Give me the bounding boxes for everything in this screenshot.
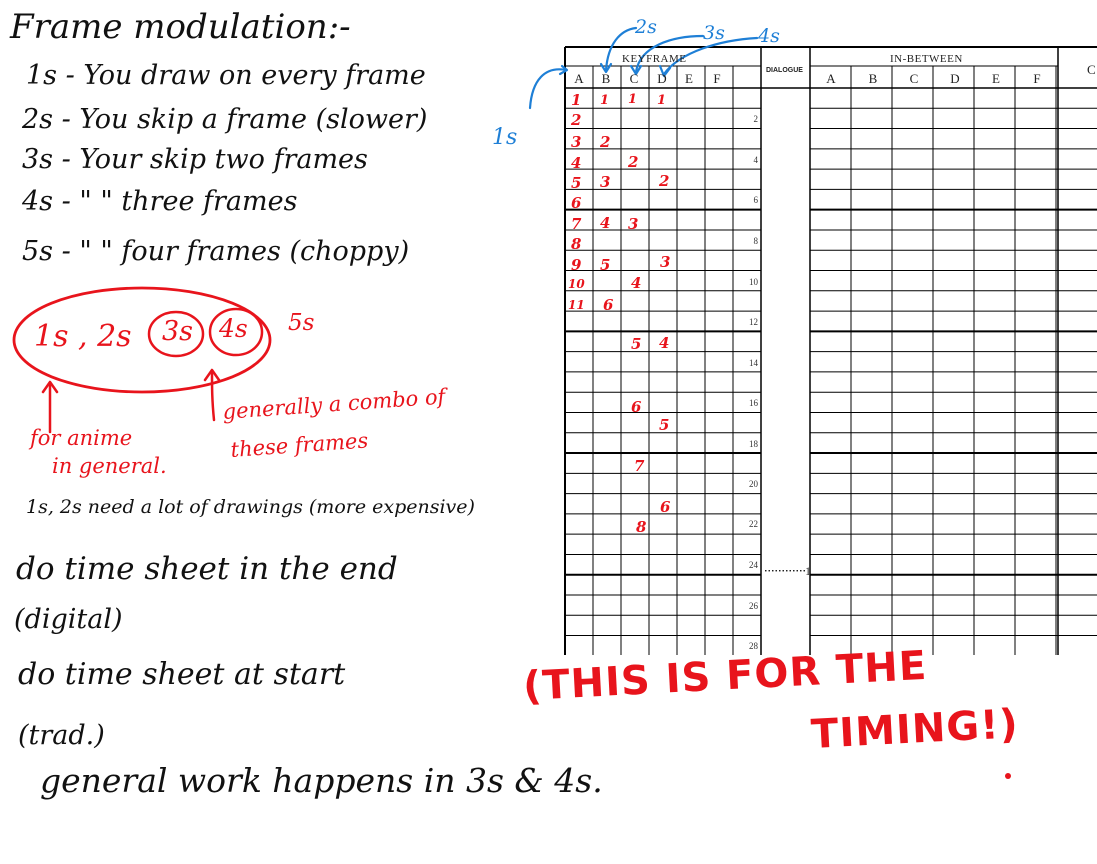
frame-number: 5 [659,416,670,434]
frame-number: 1 [628,92,638,107]
blue-label-3s: 3s [703,22,725,44]
blue-label-1s: 1s [492,125,518,150]
kf-col-e: E [685,71,693,86]
kf-col-c: C [629,71,639,86]
frame-number: 6 [571,194,582,212]
note-line-2s: 2s - You skip a frame (slower) [22,104,428,135]
row-number: 6 [753,195,759,205]
ib-col-b: B [868,71,878,86]
frame-number: 4 [600,214,611,232]
frame-number: 4 [659,334,670,352]
row-number: 2 [753,114,759,124]
frame-number: 2 [600,133,611,151]
frame-number: 8 [636,518,647,536]
notes-title: Frame modulation:- [10,7,351,47]
frame-number: 4 [571,154,582,172]
row-number: 20 [749,479,758,489]
circled-3s: 3s [162,316,194,347]
frame-number: 1 [571,91,582,109]
frame-number: 5 [631,335,642,353]
frame-number: 5 [571,174,582,192]
frame-number: 7 [571,215,582,233]
note-line-5s: 5s - " " four frames (choppy) [22,236,410,267]
row-number: 26 [749,601,758,611]
kf-col-b: B [601,71,611,86]
frame-number: 9 [571,256,582,274]
note-trad-2: (trad.) [18,720,105,751]
frame-number: 2 [659,172,670,190]
inbetween-header: IN-BETWEEN [890,53,963,65]
frame-number: 1 [600,93,610,108]
row-number: 12 [749,317,758,327]
keyframe-header: KEYFRAME [622,53,687,65]
row-number: 24 [749,560,758,570]
blue-arrow-1s [528,68,568,110]
frame-number: 3 [628,215,639,233]
timing-note-line-2: TIMING!) [810,701,1020,758]
row-number: 18 [749,439,758,449]
note-digital-2: (digital) [14,604,123,635]
frame-number: 3 [660,253,671,271]
blue-label-4s: 4s [758,25,780,47]
frame-number: 8 [571,235,582,253]
note-cost: 1s, 2s need a lot of drawings (more expe… [26,496,475,518]
circled-4s: 4s [219,314,248,343]
blue-label-2s: 2s [635,16,657,38]
cut-header: C [1087,62,1097,77]
frame-number: 7 [634,457,645,475]
note-line-1s: 1s - You draw on every frame [26,60,426,91]
row-number: 28 [749,641,758,651]
timing-note-line-1: (THIS IS FOR THE [522,642,929,710]
kf-col-d: D [657,71,667,86]
annotation-combo-1: generally a combo of [221,384,447,424]
note-trad-1: do time sheet at start [18,657,346,692]
ib-col-c: C [909,71,919,86]
ib-col-d: D [950,71,960,86]
timing-dot [1005,773,1011,779]
dialogue-header: DIALOGUE [766,67,803,74]
red-arrowhead-combo [203,368,221,382]
note-line-4s: 4s - " " three frames [22,186,298,217]
note-line-3s: 3s - Your skip two frames [22,144,368,175]
row-number: 4 [753,155,759,165]
row-number: 16 [749,398,758,408]
row-number: 10 [749,277,758,287]
frame-number: 10 [568,277,585,291]
frame-number: 2 [628,153,639,171]
frame-number: 4 [631,274,642,292]
ib-col-e: E [992,71,1000,86]
frame-number: 6 [660,498,671,516]
blue-arrowhead-1s [558,64,569,76]
row-number: 14 [749,358,758,368]
frame-number: 6 [631,398,642,416]
ib-col-f: F [1033,71,1041,86]
frame-number: 1 [657,93,667,108]
annotation-anime-1: for anime [30,426,133,450]
frame-number: 6 [603,296,614,314]
circled-1s-2s: 1s , 2s [34,319,132,354]
note-digital-1: do time sheet in the end [16,551,398,587]
frame-number: 11 [568,298,585,312]
frame-24-marker: 1 [805,564,811,578]
label-5s: 5s [288,310,315,336]
annotation-anime-2: in general. [52,454,167,478]
frame-number: 5 [600,256,611,274]
kf-col-a: A [574,71,584,86]
annotation-combo-2: these frames [229,428,369,462]
row-number: 8 [753,236,759,246]
row-number: 22 [749,519,758,529]
frame-number: 2 [571,111,582,129]
frame-number: 3 [571,133,582,151]
frame-number: 3 [600,173,611,191]
note-general-work: general work happens in 3s & 4s. [40,761,603,800]
red-arrow-combo [210,370,216,422]
red-arrowhead-anime [41,380,59,394]
kf-col-f: F [713,71,721,86]
ib-col-a: A [826,71,836,86]
